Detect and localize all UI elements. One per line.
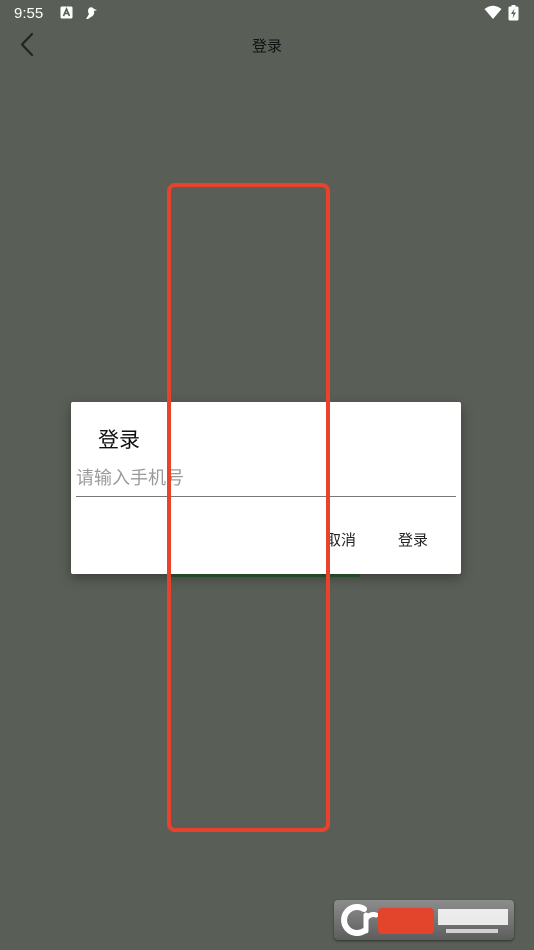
wifi-icon bbox=[484, 5, 502, 24]
bird-notification-icon bbox=[83, 5, 99, 25]
a-badge-icon bbox=[60, 5, 73, 23]
top-app-bar: 登录 bbox=[0, 28, 534, 62]
status-time: 9:55 bbox=[14, 5, 44, 22]
watermark-logo bbox=[334, 900, 514, 940]
dialog-title: 登录 bbox=[98, 428, 140, 452]
battery-charging-icon bbox=[508, 5, 519, 25]
status-bar: 9:55 bbox=[0, 0, 534, 28]
cancel-button[interactable]: 取消 bbox=[326, 529, 356, 550]
page-title: 登录 bbox=[251, 37, 282, 55]
login-button[interactable]: 登录 bbox=[398, 529, 428, 550]
phone-number-input[interactable] bbox=[76, 462, 456, 497]
login-dialog: 登录 取消 登录 bbox=[71, 402, 461, 574]
